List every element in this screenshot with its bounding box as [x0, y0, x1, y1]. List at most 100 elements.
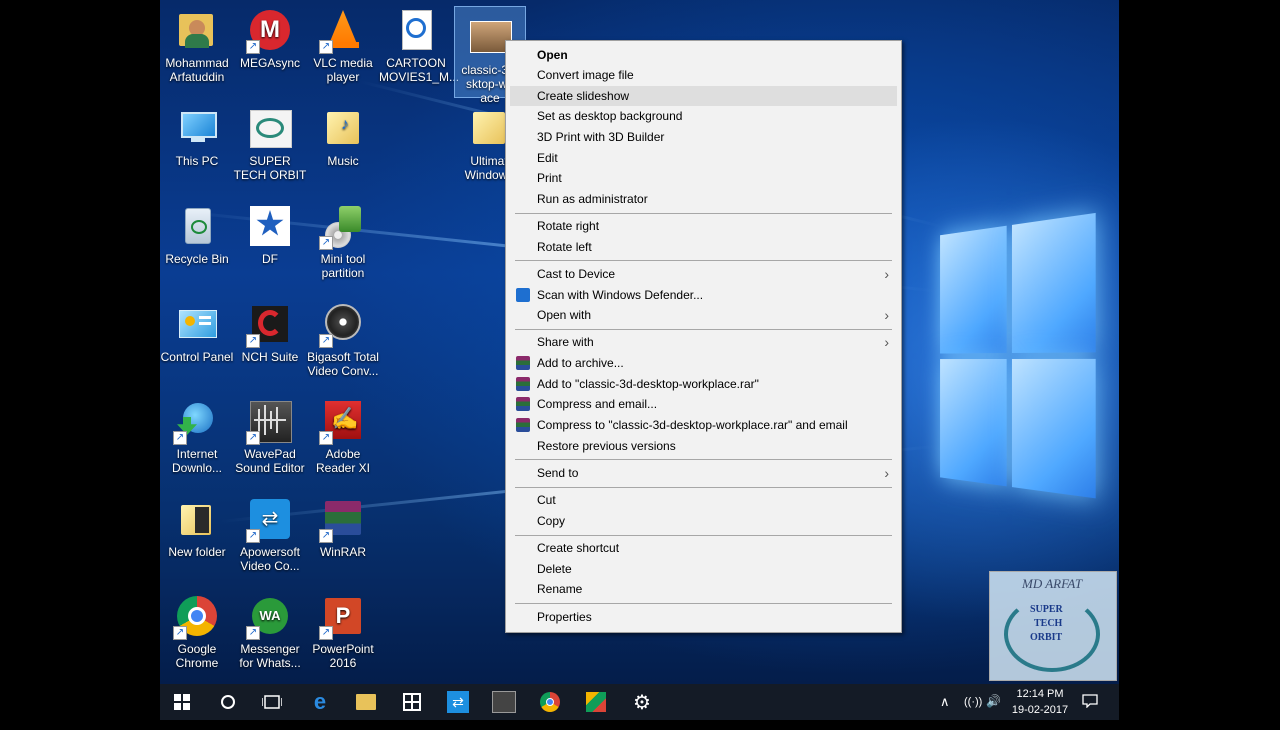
menu-item-rename[interactable]: Rename	[510, 579, 897, 599]
menu-item-edit[interactable]: Edit	[510, 148, 897, 168]
menu-item-rotate-left[interactable]: Rotate left	[510, 237, 897, 257]
menu-item-print[interactable]: Print	[510, 168, 897, 188]
menu-item-scan-defender[interactable]: Scan with Windows Defender...	[510, 285, 897, 305]
desktop-icon-recycle-bin[interactable]: Recycle Bin	[160, 204, 234, 266]
winrar-icon	[516, 397, 530, 411]
menu-item-properties[interactable]: Properties	[510, 607, 897, 627]
task-view-button[interactable]	[253, 687, 291, 717]
music-folder-icon: ♪	[321, 106, 365, 150]
menu-item-add-to-archive[interactable]: Add to archive...	[510, 353, 897, 373]
store-bag-icon	[403, 693, 421, 711]
tray-volume[interactable]: 🔊	[986, 693, 1001, 729]
desktop-icon-megasync[interactable]: M ↗ MEGAsync	[233, 8, 307, 70]
desktop-icon-internet-download[interactable]: ↗ Internet Downlo...	[160, 399, 234, 475]
icon-label: SUPER TECH ORBIT	[233, 154, 307, 182]
menu-separator	[515, 487, 892, 488]
tray-network[interactable]: ((·))	[964, 694, 982, 730]
edge-icon: e	[313, 689, 327, 714]
apowersoft-icon: ⇄	[447, 691, 469, 713]
shortcut-arrow-icon: ↗	[246, 334, 260, 348]
menu-item-compress-email[interactable]: Compress and email...	[510, 394, 897, 414]
idm-icon: ↗	[173, 399, 219, 445]
menu-item-cast-to-device[interactable]: Cast to Device ›	[510, 264, 897, 284]
menu-item-send-to[interactable]: Send to ›	[510, 463, 897, 483]
icon-label: New folder	[168, 545, 226, 559]
desktop-icon-vlc[interactable]: ↗ VLC media player	[306, 8, 380, 84]
icon-label: Mini tool partition	[320, 252, 366, 280]
notification-icon	[1082, 694, 1098, 709]
taskbar-chrome[interactable]	[531, 687, 569, 717]
desktop-icon-wavepad[interactable]: ↗ WavePad Sound Editor	[233, 399, 307, 475]
desktop-icon-control-panel[interactable]: Control Panel	[160, 302, 234, 364]
desktop-icon-music[interactable]: ♪ Music	[306, 106, 380, 168]
desktop-icon-df[interactable]: DF	[233, 204, 307, 266]
menu-item-create-slideshow[interactable]: Create slideshow	[510, 86, 897, 106]
menu-item-rotate-right[interactable]: Rotate right	[510, 216, 897, 236]
menu-item-compress-rar-email[interactable]: Compress to "classic-3d-desktop-workplac…	[510, 415, 897, 435]
watermark-line: SUPER	[1030, 604, 1063, 615]
desktop-icon-bigasoft[interactable]: ↗ Bigasoft Total Video Conv...	[306, 302, 380, 378]
taskbar-file-explorer[interactable]	[347, 687, 385, 717]
icon-label: WavePad Sound Editor	[235, 447, 305, 475]
action-center-button[interactable]	[1082, 694, 1098, 730]
menu-item-open-with[interactable]: Open with ›	[510, 305, 897, 325]
desktop-icon-super-tech-orbit[interactable]: SUPER TECH ORBIT	[233, 106, 307, 182]
menu-item-copy[interactable]: Copy	[510, 511, 897, 531]
menu-item-share-with[interactable]: Share with ›	[510, 332, 897, 352]
windows-defender-icon	[516, 288, 530, 302]
chevron-right-icon: ›	[884, 307, 889, 323]
nch-icon: ↗	[246, 302, 292, 348]
search-button[interactable]	[209, 687, 247, 717]
menu-item-run-as-admin[interactable]: Run as administrator	[510, 189, 897, 209]
tray-clock[interactable]: 12:14 PM 19-02-2017	[1010, 686, 1070, 722]
shortcut-arrow-icon: ↗	[173, 431, 187, 445]
icon-label: Control Panel	[160, 350, 234, 364]
winrar-icon	[516, 418, 530, 432]
mega-icon: M ↗	[246, 8, 292, 54]
taskbar-apowersoft[interactable]: ⇄	[439, 687, 477, 717]
image-icon	[248, 106, 292, 150]
menu-item-add-to-rar[interactable]: Add to "classic-3d-desktop-workplace.rar…	[510, 374, 897, 394]
menu-item-delete[interactable]: Delete	[510, 559, 897, 579]
menu-separator	[515, 260, 892, 261]
menu-item-restore-versions[interactable]: Restore previous versions	[510, 436, 897, 456]
desktop-icon-cartoon-movies[interactable]: CARTOON MOVIES1_M...	[379, 8, 459, 84]
desktop-icon-winrar[interactable]: ↗ WinRAR	[306, 497, 380, 559]
taskbar-wavepad[interactable]	[485, 687, 523, 717]
taskbar-settings[interactable]: ⚙	[623, 687, 661, 717]
desktop-icon-nch-suite[interactable]: ↗ NCH Suite	[233, 302, 307, 364]
desktop-icon-this-pc[interactable]: This PC	[160, 106, 234, 168]
menu-item-cut[interactable]: Cut	[510, 490, 897, 510]
winrar-icon	[516, 356, 530, 370]
media-file-icon	[394, 8, 438, 52]
desktop-icon-google-chrome[interactable]: ↗ Google Chrome	[160, 594, 234, 670]
taskbar-edge[interactable]: e	[301, 687, 339, 717]
desktop-icon-messenger-whatsapp[interactable]: WA ↗ Messenger for Whats...	[233, 594, 307, 670]
desktop-icon-new-folder[interactable]: New folder	[160, 497, 234, 559]
tray-show-hidden[interactable]: ∧	[940, 694, 950, 730]
menu-item-open[interactable]: Open	[510, 45, 897, 65]
menu-separator	[515, 603, 892, 604]
desktop-icon-mohammad[interactable]: Mohammad Arfatuddin	[160, 8, 234, 84]
menu-item-3d-print[interactable]: 3D Print with 3D Builder	[510, 127, 897, 147]
start-button[interactable]	[163, 687, 201, 717]
shortcut-arrow-icon: ↗	[319, 236, 333, 250]
taskbar-store[interactable]	[393, 687, 431, 717]
icon-label: Adobe Reader XI	[315, 447, 371, 475]
menu-item-set-desktop-background[interactable]: Set as desktop background	[510, 106, 897, 126]
desktop-icon-powerpoint[interactable]: P ↗ PowerPoint 2016	[306, 594, 380, 670]
taskbar-app[interactable]	[577, 687, 615, 717]
task-view-icon	[262, 695, 282, 709]
desktop-icon-adobe-reader[interactable]: ✍ ↗ Adobe Reader XI	[306, 399, 380, 475]
clock-time: 12:14 PM	[1016, 688, 1064, 700]
windows-logo-wallpaper	[940, 212, 1096, 507]
menu-item-convert-image[interactable]: Convert image file	[510, 65, 897, 85]
menu-item-create-shortcut[interactable]: Create shortcut	[510, 538, 897, 558]
desktop-icon-mini-tool[interactable]: ↗ Mini tool partition	[306, 204, 380, 280]
watermark-logo: MD ARFAT SUPER TECH ORBIT	[989, 571, 1117, 681]
watermark-line: MD ARFAT	[1022, 576, 1083, 591]
icon-label: This PC	[175, 154, 219, 168]
desktop-icon-apowersoft[interactable]: ⇄ ↗ Apowersoft Video Co...	[233, 497, 307, 573]
chrome-icon	[540, 692, 560, 712]
shortcut-arrow-icon: ↗	[319, 40, 333, 54]
